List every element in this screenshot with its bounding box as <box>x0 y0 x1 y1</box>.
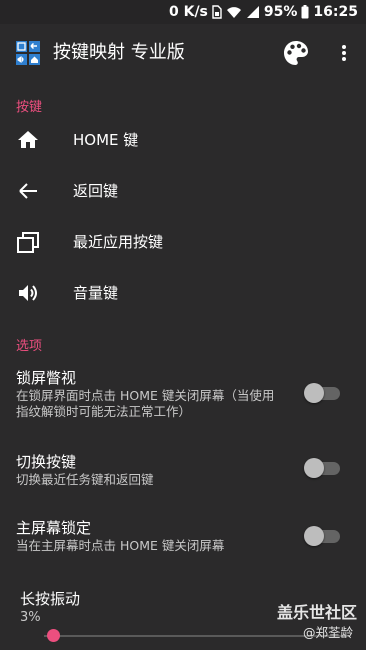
key-item-label: 音量键 <box>73 284 119 302</box>
recents-icon <box>16 230 40 254</box>
key-item-back[interactable]: 返回键 <box>0 166 366 216</box>
section-header-options: 选项 <box>16 339 43 354</box>
battery-percent: 95% <box>263 4 298 20</box>
vibration-value: 3% <box>20 610 41 625</box>
clock: 16:25 <box>313 4 358 20</box>
option-title: 锁屏瞥视 <box>16 369 77 387</box>
screen: 0 K/s 95% 16:25 按键映射 专业版 按键 HOME 键 返回键 最… <box>0 0 366 650</box>
option-summary: 当在主屏幕时点击 HOME 键关闭屏幕 <box>16 538 225 553</box>
sim-icon <box>212 5 222 19</box>
toggle-thumb <box>304 383 324 403</box>
app-bar: 按键映射 专业版 <box>0 24 366 82</box>
option-homescreen-lock[interactable]: 主屏幕锁定 当在主屏幕时点击 HOME 键关闭屏幕 <box>0 518 366 558</box>
vibration-slider-thumb[interactable] <box>46 629 60 642</box>
back-arrow-icon <box>16 179 40 203</box>
key-item-home[interactable]: HOME 键 <box>0 115 366 165</box>
home-icon <box>16 128 40 152</box>
watermark-author: @郑荃龄 <box>303 625 354 640</box>
lockscreen-peek-toggle[interactable] <box>304 383 340 403</box>
option-swap-keys[interactable]: 切换按键 切换最近任务键和返回键 <box>0 452 366 492</box>
key-item-label: 最近应用按键 <box>73 233 164 251</box>
status-bar: 0 K/s 95% 16:25 <box>0 0 366 24</box>
option-summary: 在锁屏界面时点击 HOME 键关闭屏幕（当使用指纹解锁时可能无法正常工作） <box>16 388 275 419</box>
option-title: 切换按键 <box>16 453 77 471</box>
key-item-volume[interactable]: 音量键 <box>0 268 366 318</box>
network-speed: 0 K/s <box>168 4 208 20</box>
app-logo-icon <box>16 41 40 65</box>
key-item-label: HOME 键 <box>73 131 139 149</box>
key-item-recents[interactable]: 最近应用按键 <box>0 217 366 267</box>
wifi-icon <box>226 5 242 19</box>
volume-icon <box>16 281 40 305</box>
toggle-thumb <box>304 458 324 478</box>
app-title: 按键映射 专业版 <box>53 42 185 63</box>
toggle-thumb <box>304 526 324 546</box>
option-summary: 切换最近任务键和返回键 <box>16 472 154 487</box>
homescreen-lock-toggle[interactable] <box>304 526 340 546</box>
signal-icon <box>246 5 260 19</box>
overflow-menu-icon[interactable] <box>336 41 352 65</box>
option-lockscreen-peek[interactable]: 锁屏瞥视 在锁屏界面时点击 HOME 键关闭屏幕（当使用指纹解锁时可能无法正常工… <box>0 368 366 420</box>
section-header-keys: 按键 <box>16 100 43 115</box>
key-item-label: 返回键 <box>73 182 119 200</box>
palette-icon[interactable] <box>282 39 310 67</box>
battery-icon <box>301 5 309 19</box>
option-title: 主屏幕锁定 <box>16 519 92 537</box>
watermark-community: 盖乐世社区 <box>277 603 358 622</box>
swap-keys-toggle[interactable] <box>304 458 340 478</box>
vibration-title: 长按振动 <box>20 590 81 608</box>
